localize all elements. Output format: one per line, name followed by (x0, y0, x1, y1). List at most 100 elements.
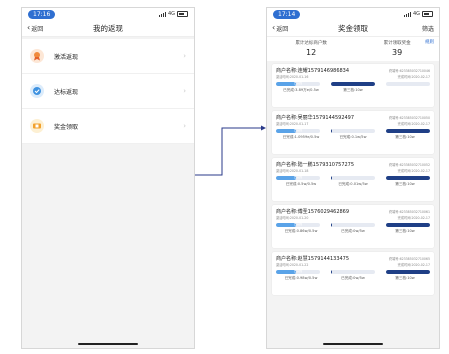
bonus-card-list: 商户名称:连耀1579146986834 终端号:623385032710046 激… (267, 61, 439, 295)
tier2-progress-bar (331, 82, 375, 86)
tier3-progress-fill (386, 270, 430, 274)
status-bar: 17:16 4G (22, 8, 194, 20)
phone-screen-bonus-claim: 17:14 4G ‹ 返回 奖金领取 筛选 规则 累计达标商户数 12 累计领取… (266, 7, 440, 349)
tier2-detail: 已完成:0w/5w (341, 228, 365, 233)
page-title: 奖金领取 (338, 23, 368, 33)
chevron-right-icon: › (183, 87, 186, 95)
network-label: 4G (412, 11, 420, 17)
tier2-detail: 第三档:10w (343, 87, 363, 92)
activation-time: 激活时间:2020-01-18 (276, 169, 309, 173)
tier2-detail: 已完成:0w/5w (341, 275, 365, 280)
tier3-detail: 第三档:10w (395, 181, 415, 186)
tier1-progress-bar: 已完成 (276, 176, 320, 180)
tier3-detail (380, 88, 430, 93)
completion-time: 完成时间:2020-02-17 (397, 263, 430, 267)
completion-time: 完成时间:2020-02-17 (397, 122, 430, 126)
tier1-progress-label: 已完成 (293, 176, 303, 179)
status-time: 17:16 (28, 9, 56, 19)
tier1-progress-label: 已完成 (293, 223, 303, 226)
tier2-progress-bar (331, 270, 375, 274)
bonus-card[interactable]: 商户名称:陆一鹏1579310757275 终端号:623385032710052… (272, 158, 434, 201)
tier2-progress-fill (331, 223, 332, 227)
terminal-number: 终端号:623385032710061 (388, 210, 430, 214)
tier2-progress-fill (331, 82, 375, 86)
tier1-detail: 已完成:1.0959e/0.5w (282, 134, 320, 139)
tier2-progress-bar (331, 223, 375, 227)
tier2-detail: 已完成:0.1w/5w (339, 134, 367, 139)
rules-link[interactable]: 规则 (425, 39, 434, 45)
tier1-detail: 已完成:0.86w/0.5w (284, 228, 318, 233)
medal-icon (30, 49, 44, 63)
menu-item-target-cashback[interactable]: 达标返现 › (22, 74, 194, 109)
home-indicator[interactable] (78, 343, 138, 345)
chevron-left-icon: ‹ (27, 23, 31, 32)
terminal-number: 终端号:623385032710065 (388, 257, 430, 261)
summary-stats: 规则 累计达标商户数 12 累计领取奖金 39 (267, 37, 439, 61)
tier1-detail: 已完成:0.98w/0.5w (284, 275, 318, 280)
tier1-progress-bar: 已完成 (276, 82, 320, 86)
tier3-progress-bar (386, 270, 430, 274)
tier1-progress-bar: 已完成 (276, 223, 320, 227)
bonus-card[interactable]: 商户名称:连耀1579146986834 终端号:623385032710046 激… (272, 64, 434, 107)
bonus-card[interactable]: 商户名称:吴丽华1579144592497 终端号:623385032710050… (272, 111, 434, 154)
back-button[interactable]: ‹ 返回 (272, 24, 288, 33)
completion-time: 完成时间:2020-02-17 (397, 169, 430, 173)
tier3-progress-bar (386, 223, 430, 227)
merchant-name: 商户名称:赵慧1579144133475 (276, 256, 350, 262)
signal-icon (403, 11, 411, 17)
merchant-name: 商户名称:连耀1579146986834 (276, 68, 350, 74)
status-bar: 17:14 4G (267, 8, 439, 20)
activation-time: 激活时间:2020-01-20 (276, 216, 309, 220)
tier3-progress-bar (386, 82, 430, 86)
terminal-number: 终端号:623385032710046 (388, 69, 430, 73)
tier1-progress-label: 已完成 (293, 82, 303, 85)
chevron-right-icon: › (183, 52, 186, 60)
network-label: 4G (167, 11, 175, 17)
chevron-left-icon: ‹ (272, 23, 276, 32)
tier3-progress-bar (386, 176, 430, 180)
tier3-progress-fill (386, 129, 430, 133)
cashback-menu: 激活返现 › 达标返现 › 奖金领取 › (22, 39, 194, 144)
tier3-progress-fill (386, 223, 430, 227)
merchant-name: 商户名称:傅圣1576029462869 (276, 209, 350, 215)
tier1-progress-bar: 已完成 (276, 129, 320, 133)
activation-time: 激活时间:2020-01-17 (276, 122, 309, 126)
tier2-progress-bar (331, 129, 375, 133)
activation-time: 激活时间:2020-01-22 (276, 263, 309, 267)
tier1-progress-bar: 已完成 (276, 270, 320, 274)
tier2-progress-fill (331, 270, 332, 274)
completion-time: 完成时间:2020-02-17 (397, 75, 430, 79)
tier3-progress-fill (386, 176, 430, 180)
chevron-right-icon: › (183, 122, 186, 130)
tier3-progress-bar (386, 129, 430, 133)
back-button[interactable]: ‹ 返回 (27, 24, 43, 33)
menu-item-bonus-claim[interactable]: 奖金领取 › (22, 109, 194, 144)
status-time: 17:14 (273, 9, 301, 19)
completion-time: 完成时间:2020-02-17 (397, 216, 430, 220)
stat-merchant-count: 累计达标商户数 12 (295, 41, 327, 57)
activation-time: 激活时间:2020-01-16 (276, 75, 309, 79)
home-indicator[interactable] (323, 343, 383, 345)
battery-icon (422, 11, 433, 17)
signal-icon (158, 11, 166, 17)
tier3-detail: 第三档:10w (395, 275, 415, 280)
bonus-card[interactable]: 商户名称:傅圣1576029462869 终端号:623385032710061 激… (272, 205, 434, 248)
battery-icon (177, 11, 188, 17)
check-badge-icon (30, 84, 44, 98)
filter-button[interactable]: 筛选 (420, 24, 434, 33)
terminal-number: 终端号:623385032710052 (388, 163, 430, 167)
tier2-progress-fill (331, 129, 332, 133)
tier3-detail: 第三档:10w (395, 134, 415, 139)
tier1-detail: 已完成:3.89万e/0.5w (283, 87, 319, 92)
nav-bar: ‹ 返回 奖金领取 筛选 (267, 20, 439, 37)
stat-bonus-total: 累计领取奖金 39 (383, 41, 411, 57)
bonus-card[interactable]: 商户名称:赵慧1579144133475 终端号:623385032710065 激… (272, 252, 434, 295)
merchant-name: 商户名称:吴丽华1579144592497 (276, 115, 355, 121)
nav-bar: ‹ 返回 我的返现 (22, 20, 194, 37)
tier1-detail: 已完成:0.5w/0.5w (285, 181, 317, 186)
merchant-name: 商户名称:陆一鹏1579310757275 (276, 162, 355, 168)
tier2-detail: 已完成:0.01w/5w (338, 181, 368, 186)
menu-item-activation-cashback[interactable]: 激活返现 › (22, 39, 194, 74)
tier1-progress-label: 已完成 (293, 270, 303, 273)
tier1-progress-label: 已完成 (293, 129, 303, 132)
